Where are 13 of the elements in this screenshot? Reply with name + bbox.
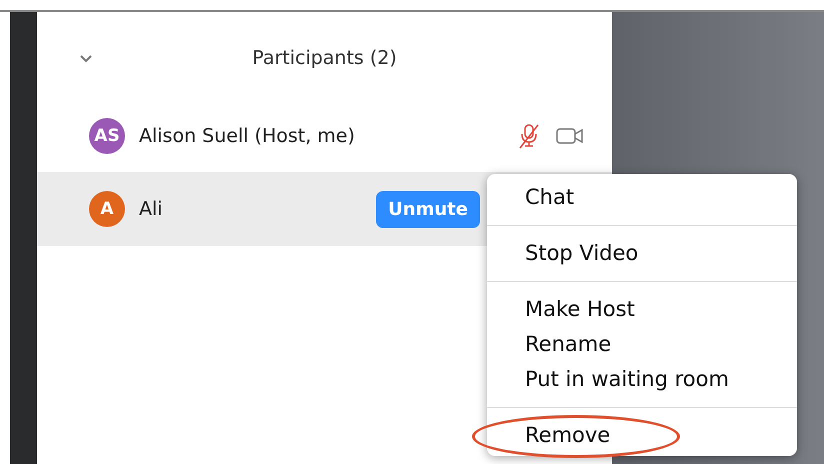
video-camera-icon[interactable] (556, 127, 584, 145)
menu-item[interactable]: Remove (525, 418, 610, 453)
avatar: AS (89, 118, 125, 154)
chevron-icon[interactable] (79, 53, 93, 63)
menu-item[interactable]: Make Host (525, 292, 635, 327)
participant-name: Ali (139, 198, 164, 220)
menu-item[interactable]: Rename (525, 327, 612, 362)
participant-name: Alison Suell (Host, me) (139, 125, 356, 147)
panel-title: Participants (2) (252, 47, 398, 69)
menu-item[interactable]: Chat (525, 180, 574, 215)
avatar: A (89, 191, 125, 227)
muted-microphone-icon[interactable] (518, 123, 540, 149)
menu-item[interactable]: Put in waiting room (525, 362, 729, 397)
